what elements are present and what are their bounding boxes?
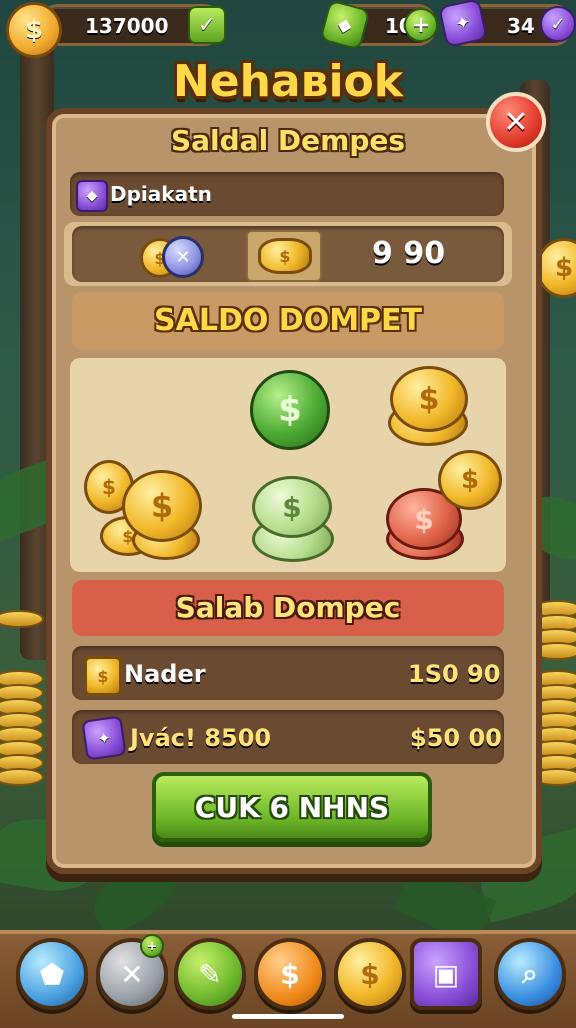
wallet-balance-banner: SALDO DOMPET xyxy=(72,292,504,350)
gold-coin-icon: $ xyxy=(360,957,380,991)
coin-stack-icon: $ xyxy=(84,656,122,696)
scroll-nav-button[interactable]: ✎ xyxy=(174,938,246,1010)
light-green-coin-stack-icon[interactable]: $ xyxy=(252,476,332,538)
home-nav-button[interactable]: ⬟ xyxy=(16,938,88,1010)
inventory-nav-button[interactable]: ▣ xyxy=(410,938,482,1010)
search-nav-button[interactable]: ⌕ xyxy=(494,938,566,1010)
ticket-balance-value: 34 xyxy=(507,14,535,38)
wallet-section-banner: Salab Dompec xyxy=(72,580,504,636)
close-button[interactable]: ✕ xyxy=(486,92,546,152)
popup-header-label: Dpiakatn xyxy=(110,182,212,206)
home-indicator xyxy=(232,1014,344,1019)
wallet-row-value: $50 00 xyxy=(410,724,502,752)
gold-coin-pile-icon[interactable]: $ xyxy=(122,470,202,542)
add-coins-button[interactable]: ✓ xyxy=(188,6,226,44)
add-tickets-button[interactable]: ✓ xyxy=(540,6,576,42)
green-coin-icon[interactable]: $ xyxy=(250,370,330,450)
gold-coin-stack-icon[interactable]: $ xyxy=(390,366,468,432)
exchange-icon[interactable]: ✕ xyxy=(162,236,204,278)
chest-icon: ▣ xyxy=(432,957,460,991)
coin-balance-value: 137000 xyxy=(85,14,169,38)
wallet-row-value: 1S0 90 xyxy=(408,660,501,688)
coin-icon: $ xyxy=(6,2,62,58)
crossed-swords-icon: ✕ xyxy=(120,957,144,991)
gold-coin-icon: $ xyxy=(438,450,502,510)
wallet-row-label: Jvác! 8500 xyxy=(130,724,272,752)
add-gems-button[interactable]: + xyxy=(404,8,438,42)
ticket-icon: ✦ xyxy=(81,715,127,761)
balance-row-value: 9 90 xyxy=(372,236,446,271)
search-icon: ⌕ xyxy=(522,957,538,990)
confirm-button[interactable]: CUK 6 NHNS xyxy=(152,772,432,842)
home-icon: ⬟ xyxy=(39,957,65,991)
shop-nav-button[interactable]: $ xyxy=(254,938,326,1010)
scroll-icon: ✎ xyxy=(198,957,222,991)
notification-plus-badge: + xyxy=(140,934,164,958)
gold-bar-icon: $ xyxy=(258,238,312,274)
gem-icon: ◆ xyxy=(76,180,108,212)
wallet-nav-button[interactable]: $ xyxy=(334,938,406,1010)
wallet-row-label: Nader xyxy=(124,660,206,688)
screen-title: Nehaвiok xyxy=(172,56,404,107)
coin-icon: $ xyxy=(280,957,300,991)
close-icon: ✕ xyxy=(503,104,529,140)
